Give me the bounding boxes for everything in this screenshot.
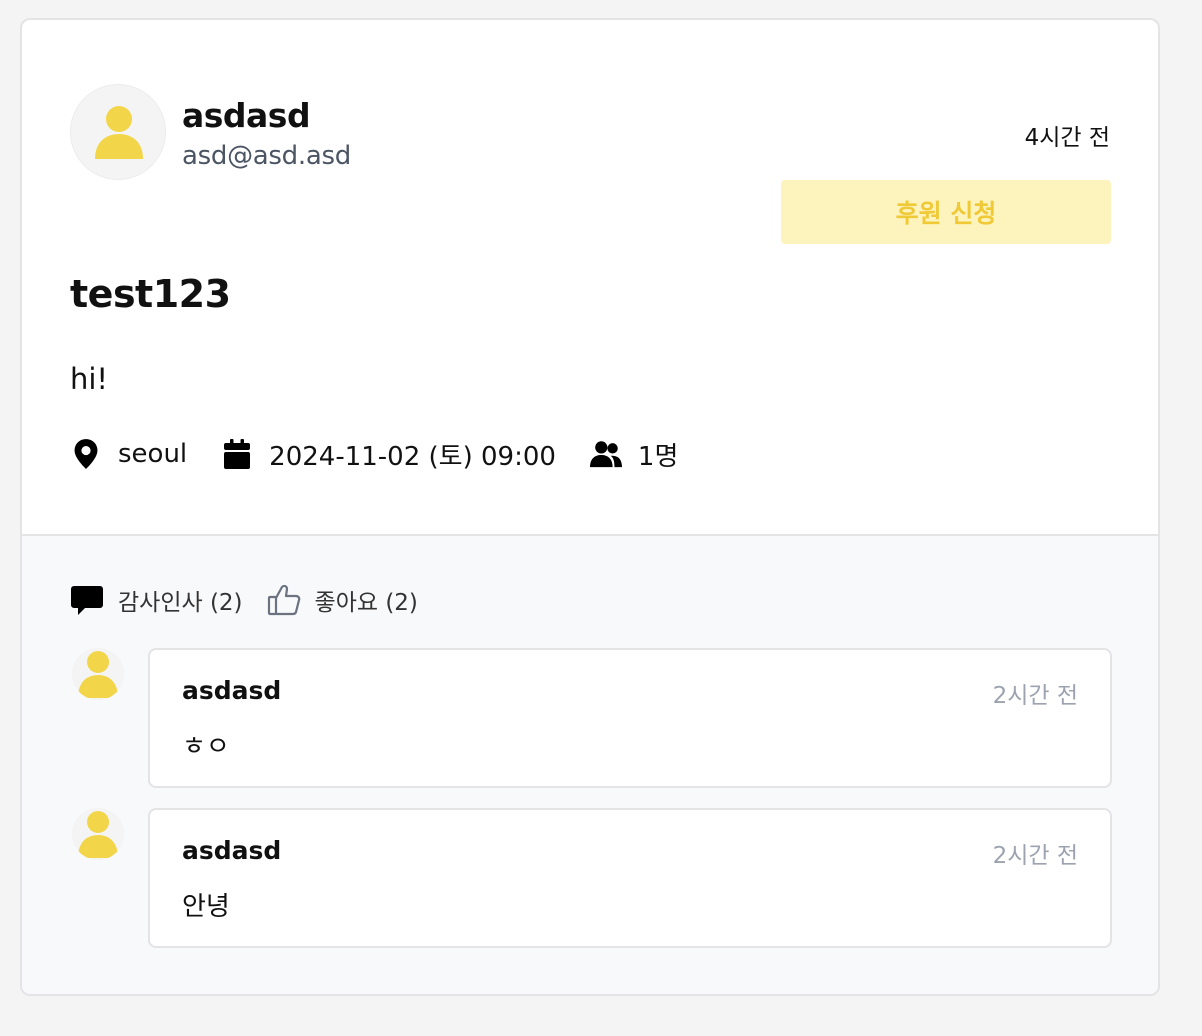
location-text: seoul <box>118 439 188 469</box>
comments-section: 감사인사 (2) 좋아요 (2) asdasd 2시간 전 ㅎㅇ asdasd … <box>22 534 1158 994</box>
calendar-icon <box>221 438 253 470</box>
post-time: 4시간 전 <box>1024 125 1110 151</box>
user-avatar-icon <box>95 106 143 159</box>
post-header-section: asdasd asd@asd.asd 4시간 전 후원 신청 test123 h… <box>22 20 1158 534</box>
post-card: asdasd asd@asd.asd 4시간 전 후원 신청 test123 h… <box>20 18 1160 996</box>
map-pin-icon <box>70 438 102 470</box>
user-avatar-icon <box>78 811 118 858</box>
users-icon <box>589 438 622 470</box>
thanks-label: 감사인사 (2) <box>118 590 243 616</box>
thumbs-up-icon <box>267 583 301 617</box>
sponsor-request-button[interactable]: 후원 신청 <box>781 180 1111 244</box>
participants-text: 1명 <box>637 441 679 472</box>
comment-text: 안녕 <box>182 892 230 922</box>
comment-time: 2시간 전 <box>992 843 1078 869</box>
thanks-button[interactable]: 감사인사 (2) <box>70 583 243 617</box>
comment-avatar[interactable] <box>72 648 124 700</box>
meta-date: 2024-11-02 (토) 09:00 <box>221 436 556 473</box>
comment-author[interactable]: asdasd <box>182 676 281 705</box>
author-avatar[interactable] <box>70 84 166 180</box>
comment-item: asdasd 2시간 전 ㅎㅇ <box>70 648 1112 788</box>
comment-avatar[interactable] <box>72 808 124 860</box>
comment-bubble: asdasd 2시간 전 ㅎㅇ <box>148 648 1112 788</box>
post-body: hi! <box>70 362 109 396</box>
author-email: asd@asd.asd <box>182 141 351 171</box>
reactions-bar: 감사인사 (2) 좋아요 (2) <box>70 582 418 618</box>
meta-location: seoul <box>70 438 187 470</box>
comment-bubble: asdasd 2시간 전 안녕 <box>148 808 1112 948</box>
likes-label: 좋아요 (2) <box>314 590 418 616</box>
date-text: 2024-11-02 (토) 09:00 <box>269 441 556 472</box>
user-avatar-icon <box>78 651 118 698</box>
meta-participants: 1명 <box>589 436 679 473</box>
post-meta: seoul 2024-11-02 (토) 09:00 1명 <box>70 432 678 476</box>
like-button[interactable]: 좋아요 (2) <box>267 583 418 617</box>
comment-text: ㅎㅇ <box>182 732 230 762</box>
post-title: test123 <box>70 272 231 316</box>
author-name[interactable]: asdasd <box>182 96 311 135</box>
comment-time: 2시간 전 <box>992 683 1078 709</box>
comment-author[interactable]: asdasd <box>182 836 281 865</box>
comment-item: asdasd 2시간 전 안녕 <box>70 808 1112 948</box>
speech-bubble-icon <box>70 583 104 617</box>
